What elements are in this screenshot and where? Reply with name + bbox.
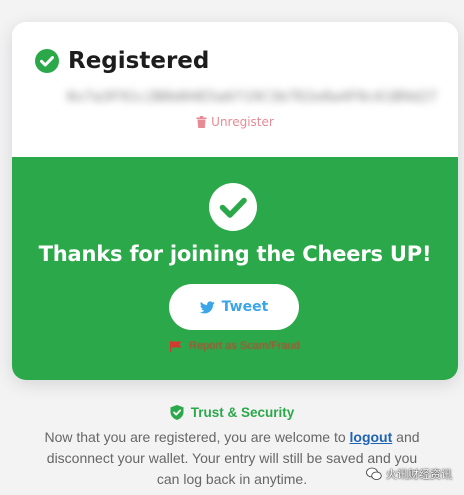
tweet-button[interactable]: Tweet (169, 284, 299, 330)
wallet-address: 0x7a3F91c2B8d04E5a6f19C3b7D2e8a4F0c61B9d… (67, 86, 437, 108)
success-panel: Thanks for joining the Cheers UP! Tweet … (12, 157, 458, 380)
unregister-label: Unregister (211, 115, 274, 129)
security-heading: Trust & Security (0, 405, 464, 420)
report-link[interactable]: Report as Scam/Fraud (12, 340, 458, 352)
check-circle-icon (35, 49, 59, 73)
unregister-link[interactable]: Unregister (12, 115, 458, 129)
shield-check-icon (170, 405, 184, 420)
report-label: Report as Scam/Fraud (189, 340, 300, 352)
flag-icon (170, 340, 182, 352)
trash-icon (196, 116, 207, 128)
success-heading: Thanks for joining the Cheers UP! (38, 242, 432, 266)
wechat-icon (366, 467, 382, 480)
watermark-label: 火讯财经资讯 (386, 468, 452, 481)
registration-card: Registered 0x7a3F91c2B8d04E5a6f19C3b7D2e… (12, 22, 458, 380)
card-header: Registered 0x7a3F91c2B8d04E5a6f19C3b7D2e… (12, 22, 458, 157)
tweet-label: Tweet (221, 299, 269, 315)
watermark: 火讯财经资讯 (366, 466, 452, 482)
check-circle-icon (209, 183, 257, 231)
page-title: Registered (68, 48, 210, 74)
security-title: Trust & Security (190, 405, 295, 420)
title-row: Registered (35, 48, 209, 74)
logout-link[interactable]: logout (350, 429, 393, 445)
security-text-start: Now that you are registered, you are wel… (44, 429, 350, 445)
wallet-address-text: 0x7a3F91c2B8d04E5a6f19C3b7D2e8a4F0c61B9d… (67, 89, 438, 105)
twitter-bird-icon (199, 300, 215, 313)
